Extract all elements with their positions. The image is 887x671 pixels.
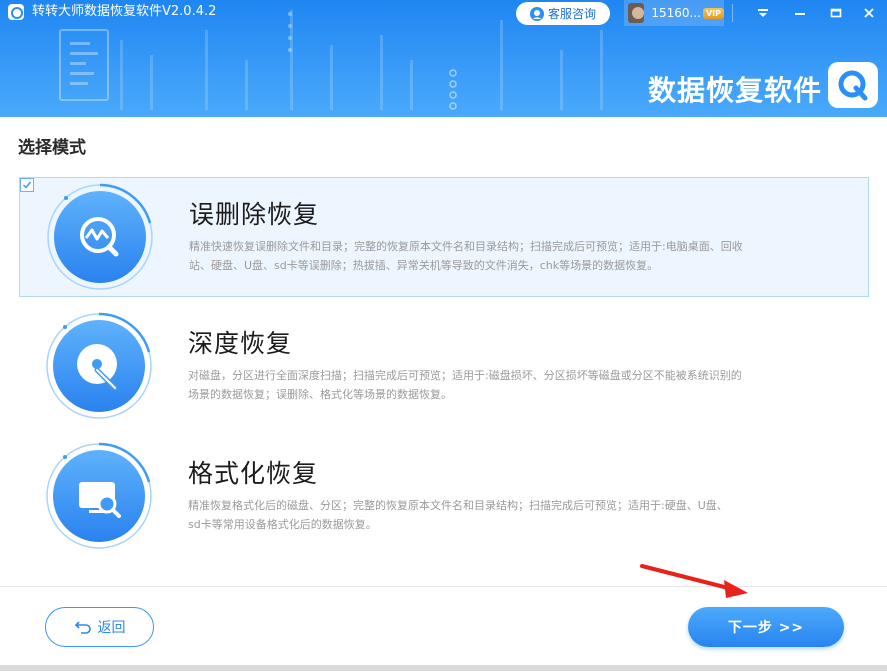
section-title: 选择模式 [18, 138, 86, 158]
customer-service-label: 客服咨询 [548, 7, 597, 21]
next-step-button[interactable]: 下一步 >> [688, 607, 844, 647]
menu-button[interactable] [752, 2, 774, 24]
maximize-button[interactable] [825, 2, 847, 24]
mode-title: 深度恢复 [188, 329, 293, 358]
brand-text: 数据恢复软件 [648, 74, 823, 107]
avatar [628, 3, 645, 23]
mode-description: 对磁盘，分区进行全面深度扫描；扫描完成后可预览；适用于:磁盘损坏、分区损坏等磁盘… [188, 366, 808, 404]
user-name: 15160... [651, 6, 701, 20]
next-step-label: 下一步 >> [727, 620, 805, 636]
mode-desc-line: 对磁盘，分区进行全面深度扫描；扫描完成后可预览；适用于:磁盘损坏、分区损坏等磁盘… [188, 369, 742, 382]
close-button[interactable] [858, 2, 880, 24]
back-arrow-icon [74, 621, 91, 634]
brand-logo-icon [828, 62, 878, 108]
mode-desc-line: 场景的数据恢复；误删除、格式化等场景的数据恢复。 [188, 388, 452, 401]
customer-service-icon [530, 6, 544, 21]
app-logo-icon [8, 4, 24, 20]
mode-description: 精准快速恢复误删除文件和目录；完整的恢复原本文件名和目录结构；扫描完成后可预览；… [189, 237, 809, 275]
mode-title: 格式化恢复 [188, 459, 319, 488]
header-separator [732, 4, 733, 22]
minimize-icon [795, 13, 805, 15]
disk-icon [46, 312, 152, 419]
user-account[interactable]: 15160... VIP [624, 0, 724, 26]
menu-down-icon [758, 9, 768, 17]
back-label: 返回 [97, 620, 126, 636]
mode-description: 精准恢复格式化后的磁盘、分区；完整的恢复原本文件名和目录结构；扫描完成后可预览；… [188, 496, 808, 534]
check-icon [23, 181, 32, 189]
mode-card-quick-recovery[interactable]: 误删除恢复 精准快速恢复误删除文件和目录；完整的恢复原本文件名和目录结构；扫描完… [19, 177, 869, 297]
search-wave-icon [47, 183, 153, 290]
monitor-search-icon [46, 442, 152, 549]
maximize-icon [830, 8, 842, 18]
vip-badge: VIP [702, 7, 724, 19]
header-banner: 转转大师数据恢复软件V2.0.4.2 客服咨询 15160... VIP 数据恢… [0, 0, 887, 117]
selected-checkbox[interactable] [20, 178, 34, 192]
red-arrow-annotation [640, 564, 748, 598]
customer-service-button[interactable]: 客服咨询 [516, 2, 610, 25]
back-button[interactable]: 返回 [45, 607, 154, 647]
mode-card-deep-recovery[interactable]: 深度恢复 对磁盘，分区进行全面深度扫描；扫描完成后可预览；适用于:磁盘损坏、分区… [19, 307, 869, 427]
minimize-button[interactable] [789, 2, 811, 24]
mode-desc-line: 精准快速恢复误删除文件和目录；完整的恢复原本文件名和目录结构；扫描完成后可预览；… [189, 240, 743, 253]
close-icon [864, 8, 874, 18]
mode-card-format-recovery[interactable]: 格式化恢复 精准恢复格式化后的磁盘、分区；完整的恢复原本文件名和目录结构；扫描完… [19, 437, 869, 557]
app-title: 转转大师数据恢复软件V2.0.4.2 [32, 4, 217, 19]
app-window: 转转大师数据恢复软件V2.0.4.2 客服咨询 15160... VIP 数据恢… [0, 0, 887, 671]
taskbar-strip [0, 665, 887, 671]
mode-desc-line: 站、硬盘、U盘、sd卡等误删除；热拔插、异常关机等导致的文件消失，chk等场景的… [189, 259, 659, 272]
mode-title: 误删除恢复 [189, 200, 320, 229]
mode-desc-line: sd卡等常用设备格式化后的数据恢复。 [188, 518, 377, 531]
mode-desc-line: 精准恢复格式化后的磁盘、分区；完整的恢复原本文件名和目录结构；扫描完成后可预览；… [188, 499, 728, 512]
